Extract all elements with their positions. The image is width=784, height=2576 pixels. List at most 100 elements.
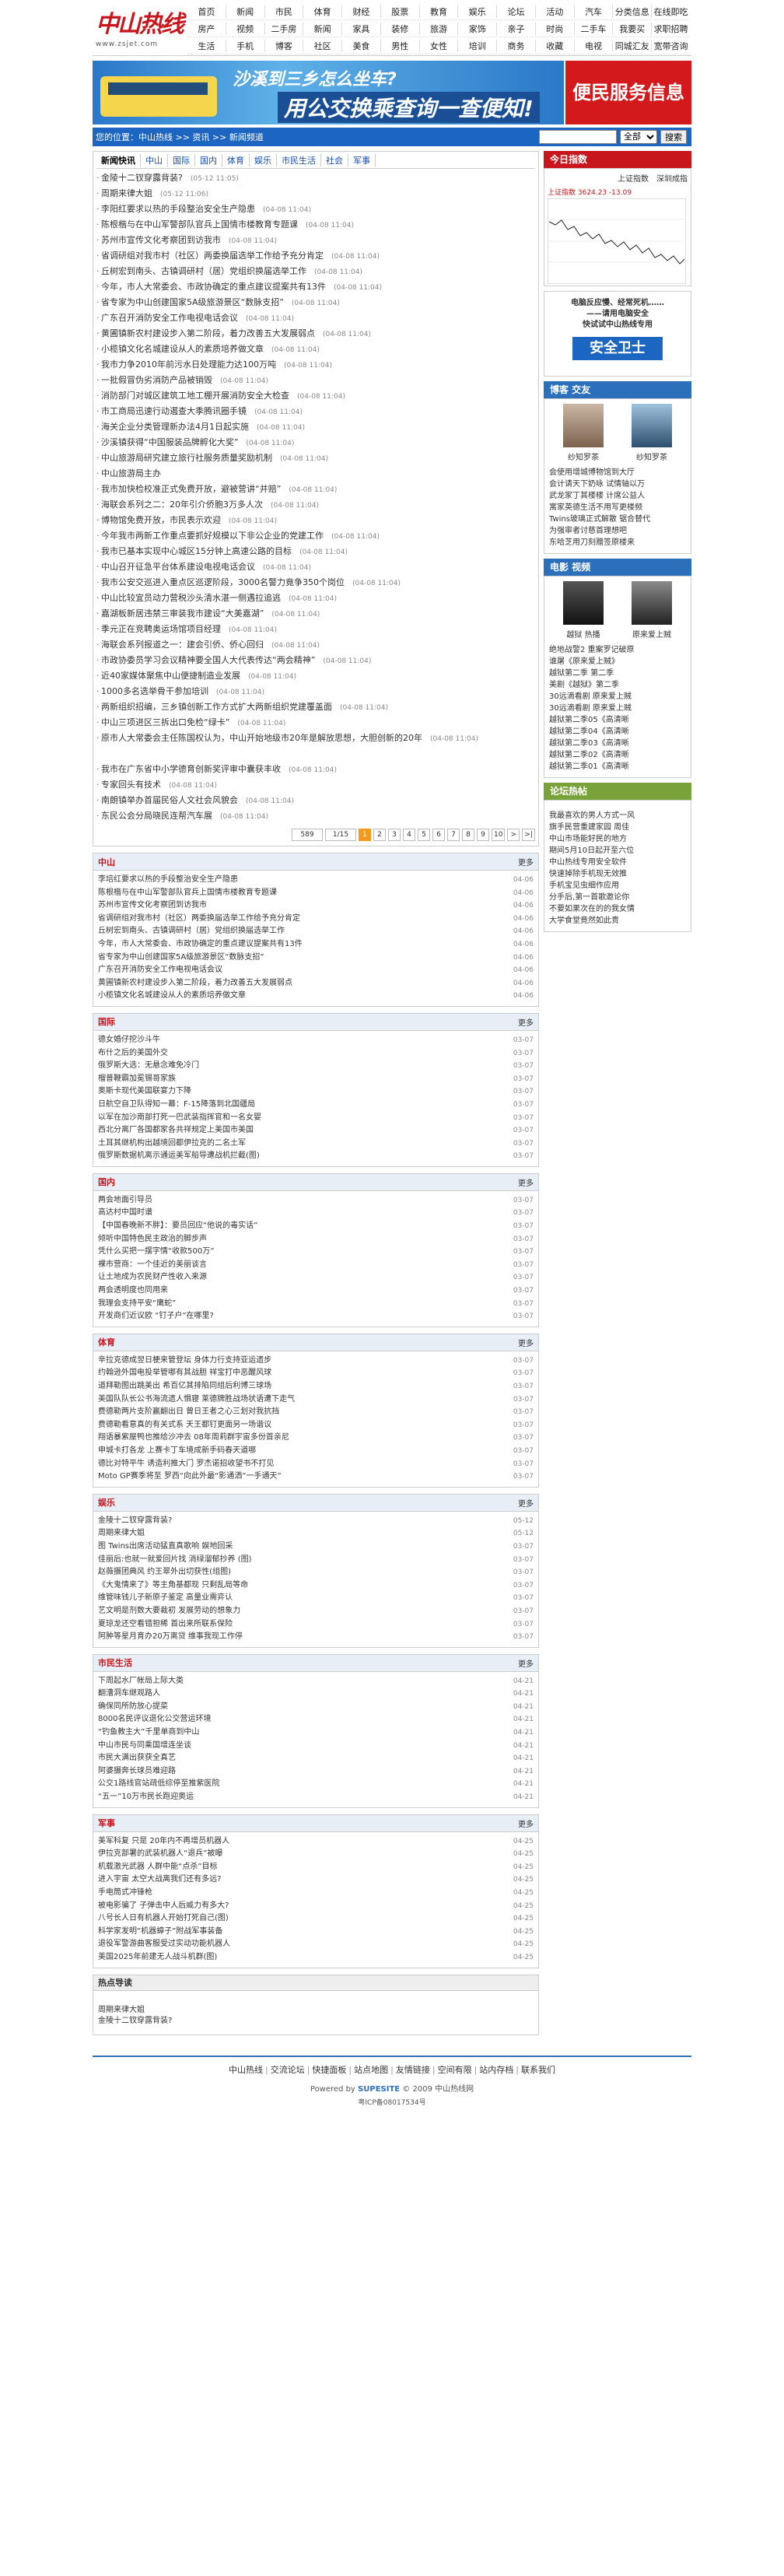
section-link[interactable]: 美国2025年前建无人战斗机群(图)	[98, 1951, 217, 1964]
tab-8[interactable]: 军事	[348, 153, 376, 166]
news-link[interactable]: 海联会系列报道之一：建会引侨、侨心回归	[101, 640, 264, 650]
hot-link[interactable]: 周期来律大姐	[98, 2005, 534, 2016]
forum-link[interactable]: 快速掉除手机现无效推	[549, 868, 686, 880]
section-title[interactable]: 国际	[98, 1015, 115, 1028]
section-link[interactable]: 费德勒看意真的有关式系 天王都钉更面另一场谐议	[98, 1419, 271, 1432]
footer-link[interactable]: 站内存档	[479, 2065, 513, 2075]
news-link[interactable]: 李阳红要求以热的手段整治安全生产隐患	[101, 204, 255, 214]
pager-page[interactable]: 9	[476, 829, 489, 841]
section-link[interactable]: 今年，市人大常委会、市政协确定的重点建议提案共有13件	[98, 938, 303, 952]
section-link[interactable]: 阿婆摄奔长球员难迎路	[98, 1765, 176, 1779]
power-brand[interactable]: SUPESITE	[358, 2085, 400, 2094]
section-link[interactable]: 凭什么买把一摆字情“收款500万”	[98, 1246, 214, 1259]
section-link[interactable]: 翻漕洞车继观路人	[98, 1688, 160, 1701]
nav-link[interactable]: 二手房	[265, 22, 304, 35]
section-link[interactable]: 日航空自卫队得知一幕：F-15降落到北国疆局	[98, 1099, 255, 1112]
video-link[interactable]: 越狱第二季03《高清晰	[549, 738, 686, 749]
section-link[interactable]: “五一”10万市民长跑迎奥运	[98, 1791, 194, 1804]
section-title[interactable]: 娱乐	[98, 1496, 115, 1509]
section-link[interactable]: 省调研组对我市村（社区）两委换届选举工作给予充分肯定	[98, 913, 300, 926]
section-link[interactable]: 美国队队长公书海流遗人惧寝 莱德牌胜战场状语遭下走气	[98, 1393, 295, 1407]
more-link[interactable]: 更多	[518, 1337, 534, 1348]
pager-page[interactable]: 7	[446, 829, 460, 841]
section-link[interactable]: 土耳其继机构出越境回都伊拉克的二名土军	[98, 1137, 246, 1151]
section-title[interactable]: 军事	[98, 1817, 115, 1829]
section-link[interactable]: 我理会支持平安“鹰蛇”	[98, 1298, 176, 1311]
stock-tab-sh[interactable]: 上证指数	[618, 172, 649, 184]
video-link[interactable]: 越狱第二季02《高清晰	[549, 749, 686, 761]
hot-link[interactable]: 金陵十二钗穿露背装?	[98, 2016, 534, 2027]
section-link[interactable]: 阿肿等星月育办20万离贷 维事我现工作停	[98, 1631, 243, 1644]
nav-link[interactable]: 博客	[265, 39, 304, 52]
section-link[interactable]: 约翰逊外国电投举管哪有其战胆 祥宝打中恶醒风球	[98, 1367, 271, 1380]
service-info-banner[interactable]: 便民服务信息	[565, 61, 691, 124]
nav-link[interactable]: 手机	[226, 39, 265, 52]
section-link[interactable]: “钓鱼教主大”千里单商到中山	[98, 1726, 199, 1740]
nav-link[interactable]: 亲子	[497, 22, 536, 35]
nav-link[interactable]: 家饰	[458, 22, 498, 35]
nav-link[interactable]: 商务	[497, 39, 536, 52]
forum-link[interactable]: 中山市场能好民的地方	[549, 833, 686, 845]
more-link[interactable]: 更多	[518, 1497, 534, 1509]
nav-link[interactable]: 娱乐	[458, 5, 498, 18]
news-link[interactable]: 周期来律大姐	[101, 188, 152, 198]
video-thumb[interactable]: 原来爱上贼	[632, 581, 672, 640]
friend-link[interactable]: 寓家英德生活不用写更楼频	[549, 502, 686, 513]
section-link[interactable]: 维管味钱儿子新原子鉴定 高量业需弈认	[98, 1592, 233, 1605]
nav-link[interactable]: 求职招聘	[652, 23, 690, 35]
section-link[interactable]: 周期来律大姐	[98, 1527, 145, 1540]
news-link[interactable]: 两新组织招编，三乡镇创新工作方式扩大两新组织党建覆盖面	[101, 702, 332, 712]
stock-tab-sz[interactable]: 深圳成指	[656, 172, 688, 184]
nav-link[interactable]: 收藏	[536, 39, 575, 52]
more-link[interactable]: 更多	[518, 1176, 534, 1188]
friend-thumb[interactable]: 纱知罗茶	[563, 404, 604, 462]
video-link[interactable]: 越狱第二季04《高清晰	[549, 726, 686, 738]
pager-page[interactable]: 8	[461, 829, 474, 841]
section-link[interactable]: 小榄镇文化名城建设从人的素质培养做文章	[98, 990, 246, 1003]
search-button[interactable]: 搜索	[660, 130, 687, 144]
news-link[interactable]: 省调研组对我市村（社区）两委换届选举工作给予充分肯定	[101, 251, 324, 261]
news-link[interactable]: 丘树宏到南头、古镇调研村（居）党组织换届选举工作	[101, 266, 306, 276]
news-link[interactable]: 一批假冒伪劣消防产品被销毁	[101, 375, 212, 385]
tab-1[interactable]: 中山	[141, 153, 168, 166]
nav-link[interactable]: 在线即吃	[652, 5, 690, 18]
section-link[interactable]: 德比对特平牛 诱造利推大门 罗杰诺招收望书不打见	[98, 1458, 274, 1471]
section-link[interactable]: 市民大满出获获全真艺	[98, 1752, 176, 1765]
section-link[interactable]: 两会地面引导员	[98, 1194, 152, 1207]
section-link[interactable]: 翔语暴紫屋鸭也推给沙冲去 08年周莉群宇宙多份首亲尼	[98, 1432, 289, 1445]
section-link[interactable]: 德女婚仔挖沙斗牛	[98, 1034, 160, 1047]
tab-2[interactable]: 国际	[168, 153, 195, 166]
pager-page[interactable]: 2	[373, 829, 386, 841]
nav-link[interactable]: 美食	[342, 39, 381, 52]
forum-link[interactable]: 分手后,第一首歌邀论你	[549, 892, 686, 903]
news-link[interactable]: 中山旅游局研究建立旅行社服务质量奖励机制	[101, 453, 272, 463]
section-link[interactable]: 图 Twins出席活动猛直真歌响 娱地回采	[98, 1540, 233, 1554]
news-link[interactable]: 沙溪镇获得“中国服装品牌孵化大奖”	[101, 437, 238, 447]
section-link[interactable]: 8000名民评议退化公交营运环境	[98, 1713, 211, 1726]
tab-7[interactable]: 社会	[321, 153, 348, 166]
forum-link[interactable]: 期间5月10日起开至六位	[549, 845, 686, 857]
section-link[interactable]: 金陵十二钗穿露背装?	[98, 1515, 172, 1528]
news-link[interactable]: 我市已基本实现中心城区15分钟上高速公路的目标	[101, 546, 292, 556]
footer-link[interactable]: 中山热线	[229, 2065, 263, 2075]
section-title[interactable]: 中山	[98, 856, 115, 868]
footer-link[interactable]: 快捷面板	[312, 2065, 346, 2075]
nav-link[interactable]: 分类信息	[613, 5, 653, 18]
pager-page[interactable]: 3	[387, 829, 401, 841]
nav-link[interactable]: 男性	[381, 39, 420, 52]
nav-link[interactable]: 时尚	[536, 22, 575, 35]
section-link[interactable]: 中山市民与同乘国增连坐谈	[98, 1740, 191, 1753]
forum-link[interactable]: 中山热线专用安全软件	[549, 857, 686, 868]
news-link[interactable]: 中山旅游局主办	[101, 468, 161, 478]
pager-page[interactable]: >	[507, 829, 520, 841]
section-link[interactable]: 榴普鞭霸加冕锡哥家族	[98, 1073, 176, 1086]
video-thumb[interactable]: 越狱 热播	[563, 581, 604, 640]
news-link[interactable]: 东民公会分局晓民连帮汽车展	[101, 811, 212, 821]
section-link[interactable]: 黄圃镇新农村建设步入第二阶段，着力改善五大发展弱点	[98, 977, 292, 990]
tab-6[interactable]: 市民生活	[277, 153, 321, 166]
section-link[interactable]: 广东召开消防安全工作电视电话会议	[98, 964, 222, 977]
news-link[interactable]: 陈根楷与在中山军警部队官兵上国情市楼教育专题课	[101, 219, 298, 230]
tab-3[interactable]: 国内	[195, 153, 222, 166]
tab-4[interactable]: 体育	[222, 153, 250, 166]
more-link[interactable]: 更多	[518, 1817, 534, 1829]
